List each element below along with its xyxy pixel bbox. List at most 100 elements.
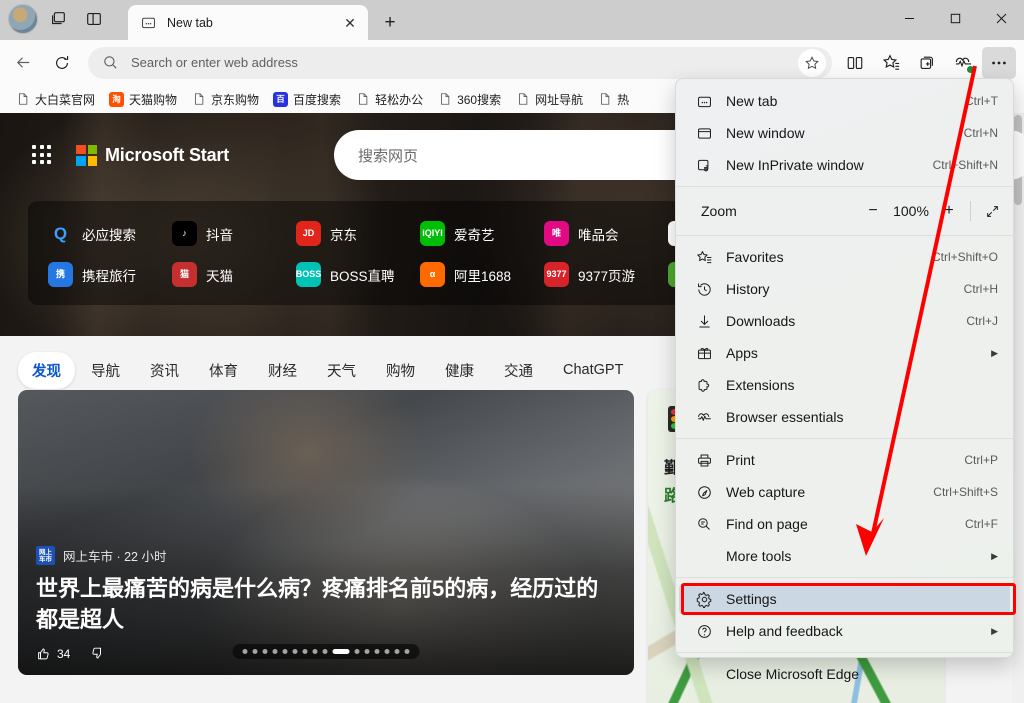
feed-tab[interactable]: 健康 <box>431 352 488 389</box>
carousel-dot[interactable] <box>242 649 248 654</box>
feed-tab[interactable]: 发现 <box>18 351 75 389</box>
quick-link[interactable]: 9377 9377页游 <box>538 258 662 291</box>
bookmark-item[interactable]: 360搜索 <box>430 88 508 111</box>
carousel-dot[interactable] <box>394 649 400 654</box>
back-button[interactable] <box>7 47 39 79</box>
article-card[interactable]: 网上 车市 网上车市 · 22 小时 世界上最痛苦的病是什么病？疼痛排名前5的病，… <box>18 390 634 675</box>
bookmark-item[interactable]: 百百度搜索 <box>266 88 348 111</box>
zoom-in-button[interactable]: + <box>934 197 964 225</box>
quick-link[interactable]: iQIYI 爱奇艺 <box>414 217 538 250</box>
menu-item-help-and-feedback[interactable]: Help and feedback ▶ <box>679 615 1010 647</box>
quick-link[interactable]: 携携程旅行 <box>42 258 166 291</box>
feed-tab[interactable]: 交通 <box>490 352 547 389</box>
feed-tab[interactable]: ChatGPT <box>549 354 637 386</box>
avatar[interactable] <box>8 4 38 34</box>
bookmark-item[interactable]: 京东购物 <box>184 88 266 111</box>
bookmark-item[interactable]: 大白菜官网 <box>8 88 102 111</box>
app-launcher-icon[interactable] <box>32 145 52 165</box>
bookmark-label: 天猫购物 <box>129 92 178 107</box>
carousel-dot[interactable] <box>262 649 268 654</box>
menu-item-settings[interactable]: Settings <box>679 583 1016 615</box>
carousel-dot[interactable] <box>364 649 370 654</box>
carousel-dot[interactable] <box>404 649 410 654</box>
carousel-dot[interactable] <box>312 649 318 654</box>
menu-item-label: Find on page <box>726 516 808 532</box>
address-input[interactable]: Search or enter web address <box>131 55 798 70</box>
dislike-button[interactable] <box>90 646 105 661</box>
collections-icon[interactable] <box>910 47 944 79</box>
quick-link[interactable]: 猫天猫 <box>166 258 290 291</box>
split-screen-icon[interactable] <box>838 47 872 79</box>
menu-item-new-window[interactable]: New window Ctrl+N <box>679 117 1010 149</box>
bookmark-item[interactable]: 淘天猫购物 <box>102 88 184 111</box>
new-tab-button[interactable]: + <box>376 10 404 36</box>
like-button[interactable]: 34 <box>36 646 70 661</box>
carousel-dot[interactable] <box>374 649 380 654</box>
address-bar[interactable]: Search or enter web address <box>88 46 832 79</box>
menu-item-label: Extensions <box>726 377 795 393</box>
split-pane-icon[interactable] <box>78 4 110 34</box>
bookmark-item[interactable]: 热 <box>590 88 636 111</box>
quick-link[interactable]: α 阿里1688 <box>414 258 538 291</box>
menu-item-favorites[interactable]: Favorites Ctrl+Shift+O <box>679 241 1010 273</box>
maximize-button[interactable] <box>932 0 978 36</box>
quick-link[interactable]: BOSS BOSS直聘 <box>290 258 414 291</box>
feed-tab[interactable]: 体育 <box>195 352 252 389</box>
feed-tab[interactable]: 财经 <box>254 352 311 389</box>
favorites-icon[interactable] <box>874 47 908 79</box>
close-tab-icon[interactable]: ✕ <box>340 13 360 33</box>
page-search-input[interactable]: 搜索网页 <box>358 145 418 166</box>
zoom-out-button[interactable]: − <box>858 197 888 225</box>
bookmark-item[interactable]: 轻松办公 <box>348 88 430 111</box>
tab-actions-icon[interactable] <box>42 4 74 34</box>
menu-item-new-tab[interactable]: New tab Ctrl+T <box>679 85 1010 117</box>
minimize-button[interactable] <box>886 0 932 36</box>
menu-item-shortcut: Ctrl+F <box>965 517 998 531</box>
carousel-dot[interactable] <box>384 649 390 654</box>
carousel-dot[interactable] <box>302 649 308 654</box>
essentials-status-badge <box>966 64 975 74</box>
feed-tab[interactable]: 导航 <box>77 352 134 389</box>
menu-item-close-microsoft-edge[interactable]: Close Microsoft Edge <box>679 658 1010 690</box>
microsoft-start-logo[interactable]: Microsoft Start <box>76 144 229 166</box>
favorite-star-icon[interactable] <box>798 48 826 77</box>
carousel-dot[interactable] <box>332 649 350 654</box>
browser-tab[interactable]: New tab ✕ <box>128 5 368 40</box>
menu-item-apps[interactable]: Apps ▶ <box>679 337 1010 369</box>
menu-item-more-tools[interactable]: More tools ▶ <box>679 540 1010 572</box>
carousel-dot[interactable] <box>282 649 288 654</box>
new-window-icon <box>693 125 715 142</box>
close-window-button[interactable] <box>978 0 1024 36</box>
refresh-button[interactable] <box>46 47 78 79</box>
settings-and-more-button[interactable] <box>982 46 1016 79</box>
menu-item-browser-essentials[interactable]: Browser essentials <box>679 401 1010 433</box>
fullscreen-button[interactable] <box>977 197 1007 225</box>
bookmark-item[interactable]: 网址导航 <box>508 88 590 111</box>
quick-link[interactable]: Q 必应搜索 <box>42 217 166 250</box>
menu-item-history[interactable]: History Ctrl+H <box>679 273 1010 305</box>
menu-item-web-capture[interactable]: Web capture Ctrl+Shift+S <box>679 476 1010 508</box>
quick-link[interactable]: ♪ 抖音 <box>166 217 290 250</box>
inprivate-icon <box>693 157 715 174</box>
carousel-dot[interactable] <box>322 649 328 654</box>
menu-item-new-inprivate-window[interactable]: New InPrivate window Ctrl+Shift+N <box>679 149 1010 181</box>
quick-link[interactable]: JD 京东 <box>290 217 414 250</box>
menu-item-downloads[interactable]: Downloads Ctrl+J <box>679 305 1010 337</box>
carousel-dot[interactable] <box>272 649 278 654</box>
feed-tab[interactable]: 资讯 <box>136 352 193 389</box>
menu-item-find-on-page[interactable]: Find on page Ctrl+F <box>679 508 1010 540</box>
carousel-dot[interactable] <box>252 649 258 654</box>
feed-tab[interactable]: 购物 <box>372 352 429 389</box>
menu-item-print[interactable]: Print Ctrl+P <box>679 444 1010 476</box>
carousel-dot[interactable] <box>292 649 298 654</box>
quick-link-label: 抖音 <box>206 227 233 243</box>
menu-item-extensions[interactable]: Extensions <box>679 369 1010 401</box>
carousel-dot[interactable] <box>354 649 360 654</box>
browser-essentials-icon[interactable] <box>946 47 980 79</box>
quick-link[interactable]: 唯唯品会 <box>538 217 662 250</box>
feed-tab[interactable]: 天气 <box>313 352 370 389</box>
quick-link-icon: 携 <box>48 262 73 287</box>
carousel-dots[interactable] <box>232 644 420 659</box>
source-logo-icon: 网上 车市 <box>36 546 55 566</box>
feed-tabs: 发现 导航 资讯 体育 财经 天气 购物 健康 交通 ChatGPT <box>0 344 660 396</box>
